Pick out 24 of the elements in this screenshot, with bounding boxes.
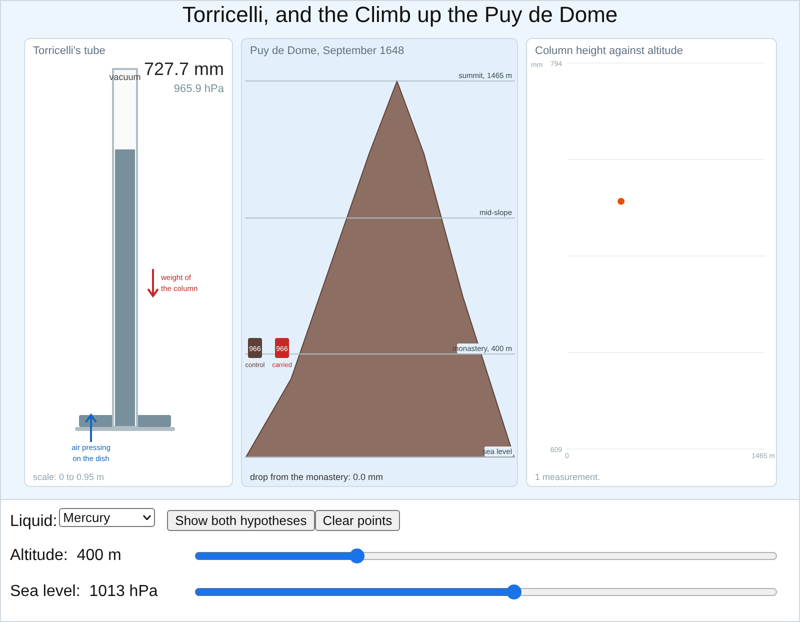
column-reading: 727.7 mm [144, 59, 224, 79]
panel-title: Torricelli's tube [33, 45, 106, 57]
down-arrow [147, 268, 159, 298]
slider-reading: 400 m [76, 546, 122, 566]
chart-title: Column height against altitude [535, 45, 683, 57]
action-button[interactable]: Show both hypotheses [167, 510, 315, 530]
action-button[interactable]: Clear points [314, 510, 400, 530]
scale-note: scale: 0 to 0.95 m [33, 472, 104, 482]
page-title: Torricelli, and the Climb up the Puy de Dome [182, 2, 618, 28]
panel-title: Puy de Dome, September 1648 [250, 45, 404, 57]
caret-icon [143, 515, 152, 520]
vacuum-label: vacuum [109, 72, 141, 82]
liquid-label: Liquid: [10, 512, 58, 532]
slider[interactable] [194, 548, 778, 564]
slider-reading: 1013 hPa [89, 582, 159, 602]
drop-reading: drop from the monastery: 0.0 mm [250, 472, 384, 482]
slider-label: Altitude: [10, 546, 68, 566]
pressure-reading: 965.9 hPa [174, 83, 224, 95]
data-point [618, 198, 625, 205]
liquid-dropdown[interactable]: Mercury [59, 508, 156, 527]
measurement-count: 1 measurement. [535, 472, 600, 482]
slider-label: Sea level: [10, 582, 80, 602]
up-arrow [85, 413, 97, 443]
slider[interactable] [194, 584, 778, 600]
